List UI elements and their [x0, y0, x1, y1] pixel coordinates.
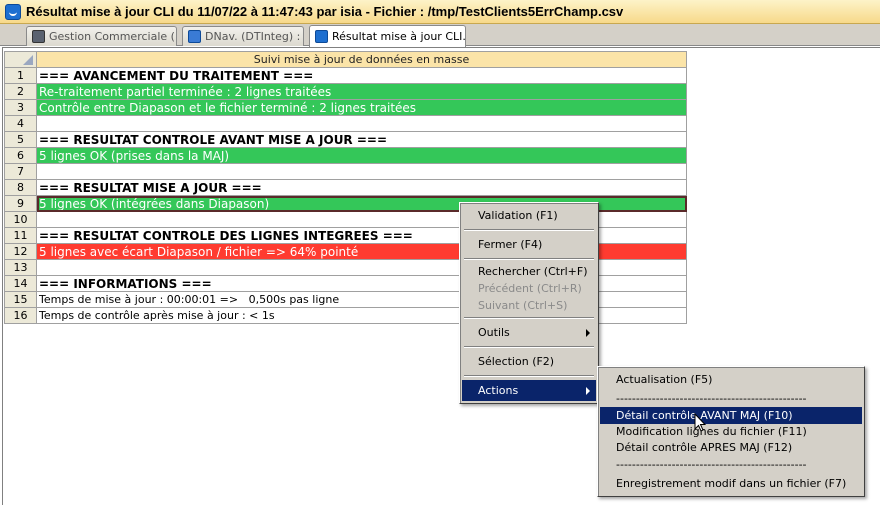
tab-label: Gestion Commerciale (1... — [49, 30, 176, 43]
submenu-arrow-icon — [586, 387, 590, 395]
row-cell[interactable] — [36, 163, 687, 180]
table-row[interactable]: 8 === RESULTAT MISE A JOUR === — [4, 179, 687, 196]
row-number[interactable]: 14 — [4, 275, 37, 292]
tab-resultat-mise-a-jour[interactable]: Résultat mise à jour CLI... — [309, 25, 466, 47]
row-number[interactable]: 4 — [4, 115, 37, 132]
row-cell[interactable]: === RESULTAT CONTROLE AVANT MISE A JOUR … — [36, 131, 687, 148]
menu-separator — [462, 255, 596, 263]
row-number[interactable]: 6 — [4, 147, 37, 164]
menu-item-validation[interactable]: Validation (F1) — [462, 205, 596, 226]
submenu-item-detail-avant-maj[interactable]: Détail contrôle AVANT MAJ (F10) — [600, 407, 862, 424]
table-row[interactable]: 7 — [4, 163, 687, 180]
row-number[interactable]: 10 — [4, 211, 37, 228]
menu-item-rechercher[interactable]: Rechercher (Ctrl+F) — [462, 263, 596, 280]
row-cell[interactable]: Contrôle entre Diapason et le fichier te… — [36, 99, 687, 116]
tab-gestion-commerciale[interactable]: Gestion Commerciale (1... — [26, 26, 177, 46]
row-number[interactable]: 12 — [4, 243, 37, 260]
row-number[interactable]: 5 — [4, 131, 37, 148]
gestion-commerciale-icon — [32, 30, 45, 43]
menu-item-label: Outils — [478, 326, 510, 339]
table-row[interactable]: 6 5 lignes OK (prises dans la MAJ) — [4, 147, 687, 164]
menu-separator — [462, 372, 596, 380]
select-all-icon — [23, 55, 33, 65]
menu-item-selection[interactable]: Sélection (F2) — [462, 351, 596, 372]
resultat-icon — [315, 30, 328, 43]
table-row[interactable]: 1 === AVANCEMENT DU TRAITEMENT === — [4, 67, 687, 84]
submenu-item-modification-lignes[interactable]: Modification lignes du fichier (F11) — [600, 424, 862, 440]
context-menu: Validation (F1) Fermer (F4) Rechercher (… — [459, 202, 599, 404]
menu-item-outils[interactable]: Outils — [462, 322, 596, 343]
row-number[interactable]: 3 — [4, 99, 37, 116]
menu-item-precedent: Précédent (Ctrl+R) — [478, 282, 582, 295]
row-number[interactable]: 7 — [4, 163, 37, 180]
app-icon — [5, 3, 21, 20]
table-row[interactable]: 3 Contrôle entre Diapason et le fichier … — [4, 99, 687, 116]
column-header[interactable]: Suivi mise à jour de données en masse — [36, 51, 687, 68]
grid-corner[interactable] — [4, 51, 37, 68]
row-number[interactable]: 16 — [4, 307, 37, 324]
table-row[interactable]: 5 === RESULTAT CONTROLE AVANT MISE A JOU… — [4, 131, 687, 148]
row-cell[interactable]: === RESULTAT MISE A JOUR === — [36, 179, 687, 196]
window-titlebar: Résultat mise à jour CLI du 11/07/22 à 1… — [0, 0, 880, 24]
menu-separator — [462, 226, 596, 234]
tab-label: Résultat mise à jour CLI... — [332, 30, 466, 43]
menu-item-label: Actions — [478, 384, 519, 397]
submenu-text-separator: ----------------------------------------… — [616, 392, 807, 405]
submenu-item-detail-apres-maj[interactable]: Détail contrôle APRES MAJ (F12) — [600, 440, 862, 456]
row-cell[interactable]: 5 lignes OK (prises dans la MAJ) — [36, 147, 687, 164]
table-row[interactable]: 2 Re-traitement partiel terminée : 2 lig… — [4, 83, 687, 100]
row-number[interactable]: 15 — [4, 291, 37, 308]
row-number[interactable]: 13 — [4, 259, 37, 276]
dnav-icon — [188, 30, 201, 43]
window-title: Résultat mise à jour CLI du 11/07/22 à 1… — [26, 4, 624, 19]
submenu-text-separator: ----------------------------------------… — [616, 458, 807, 471]
tab-dnav[interactable]: DNav. (DTInteg) : — [182, 26, 304, 46]
tab-strip: Gestion Commerciale (1... DNav. (DTInteg… — [0, 24, 880, 47]
submenu-item-enregistrement[interactable]: Enregistrement modif dans un fichier (F7… — [600, 473, 862, 494]
row-number[interactable]: 8 — [4, 179, 37, 196]
menu-item-suivant: Suivant (Ctrl+S) — [478, 299, 568, 312]
actions-submenu: Actualisation (F5) ---------------------… — [597, 366, 865, 497]
mouse-cursor-icon — [694, 413, 706, 432]
menu-separator — [462, 343, 596, 351]
submenu-item-actualisation[interactable]: Actualisation (F5) — [600, 369, 862, 390]
row-number[interactable]: 1 — [4, 67, 37, 84]
row-number[interactable]: 2 — [4, 83, 37, 100]
row-number[interactable]: 9 — [4, 195, 37, 212]
row-cell[interactable] — [36, 115, 687, 132]
table-row[interactable]: 4 — [4, 115, 687, 132]
menu-item-fermer[interactable]: Fermer (F4) — [462, 234, 596, 255]
menu-separator — [462, 314, 596, 322]
row-cell[interactable]: Re-traitement partiel terminée : 2 ligne… — [36, 83, 687, 100]
submenu-arrow-icon — [586, 329, 590, 337]
tab-label: DNav. (DTInteg) : — [205, 30, 301, 43]
row-number[interactable]: 11 — [4, 227, 37, 244]
menu-item-actions[interactable]: Actions — [462, 380, 596, 401]
row-cell[interactable]: === AVANCEMENT DU TRAITEMENT === — [36, 67, 687, 84]
